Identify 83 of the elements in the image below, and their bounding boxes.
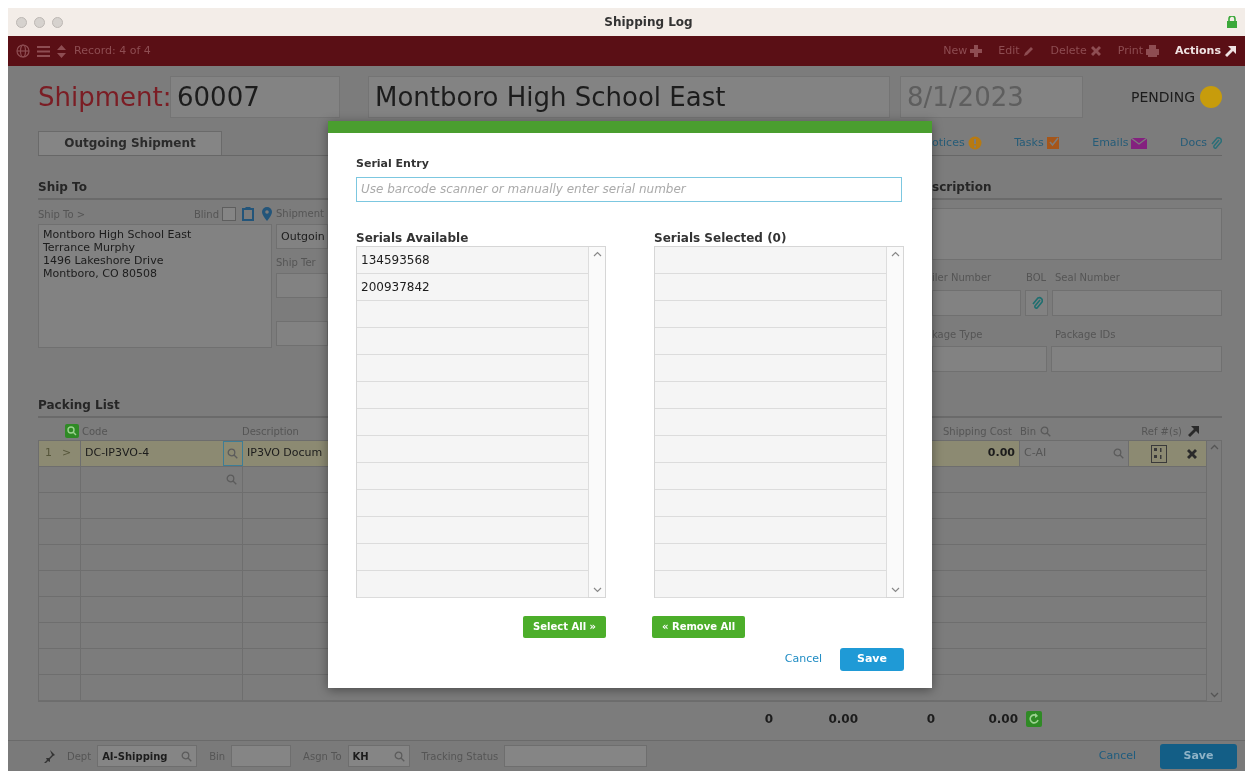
save-button[interactable]: Save	[1160, 743, 1237, 769]
window-title: Shipping Log	[603, 14, 694, 31]
tab-link[interactable]: otices	[932, 134, 982, 155]
chevron-down-icon[interactable]	[592, 586, 602, 593]
list-item[interactable]: 134593568	[357, 246, 588, 274]
list-heading: Serials Selected (0)	[654, 229, 788, 246]
clipboard-icon[interactable]	[242, 207, 254, 221]
window-control[interactable]	[16, 16, 27, 28]
shipment-type-field[interactable]: Outgoin	[276, 224, 328, 249]
window-control[interactable]	[52, 16, 63, 28]
lock-icon	[1227, 16, 1237, 28]
search-icon[interactable]	[227, 448, 238, 459]
search-icon[interactable]	[1113, 448, 1124, 459]
address-field[interactable]: Montboro High School East Terrance Murphy 1496 Lakeshore Drive Montboro, CO 80508	[38, 224, 272, 348]
search-icon[interactable]	[226, 474, 237, 485]
select-all-button[interactable]: Select All »	[523, 615, 606, 638]
toolbar-button[interactable]: Actions	[1175, 42, 1237, 60]
search-field[interactable]: KH	[347, 745, 410, 767]
record-counter: Record: 4 of 4	[74, 42, 151, 59]
arrow-icon	[1224, 45, 1237, 57]
chevron-down-icon[interactable]	[890, 586, 900, 593]
up-down-icon[interactable]	[57, 44, 66, 58]
globe-icon[interactable]	[16, 44, 30, 58]
pencil-icon	[1022, 45, 1035, 57]
section-heading: scription	[932, 178, 1222, 200]
customer-field[interactable]: Montboro High School East	[368, 76, 890, 118]
blind-checkbox[interactable]	[222, 207, 236, 221]
search-field[interactable]: AI-Shipping	[97, 745, 198, 767]
field-label: Serial Entry	[356, 156, 430, 172]
barcode-icon[interactable]	[1151, 444, 1167, 463]
tab-link[interactable]: Emails	[1092, 134, 1148, 155]
status-text: PENDING	[1131, 87, 1195, 107]
search-icon[interactable]	[181, 750, 193, 762]
cancel-link[interactable]: Cancel	[784, 650, 822, 668]
tab[interactable]: Outgoing Shipment	[38, 131, 222, 155]
save-button[interactable]: Save	[840, 647, 904, 671]
refresh-icon[interactable]	[1026, 711, 1042, 727]
serial-entry-field[interactable]: Use barcode scanner or manually enter serial number	[356, 176, 902, 202]
text-field[interactable]	[276, 321, 328, 346]
arrow-icon[interactable]	[1187, 425, 1200, 437]
remove-all-button[interactable]: « Remove All	[652, 615, 746, 638]
record-label: Shipment:	[38, 80, 170, 114]
location-pin-icon[interactable]	[262, 207, 272, 221]
shipment-number-field[interactable]: 60007	[170, 76, 340, 118]
status-dot-icon	[1200, 86, 1222, 108]
paperclip-icon	[1030, 295, 1043, 310]
total-value: 0	[925, 711, 935, 728]
description-field[interactable]	[932, 208, 1222, 260]
tab-link[interactable]: Docs	[1180, 134, 1222, 155]
table-cell: 0.00	[987, 445, 1015, 462]
ship-terms-field[interactable]	[276, 273, 328, 298]
close-icon	[1089, 45, 1102, 57]
alert-icon	[967, 135, 982, 150]
chevron-down-icon[interactable]	[1209, 692, 1219, 698]
window-control[interactable]	[34, 16, 45, 28]
package-type-field[interactable]	[932, 346, 1047, 372]
table-cell: DC-IP3VO-4	[85, 445, 150, 462]
search-icon[interactable]	[65, 424, 79, 438]
chevron-up-icon[interactable]	[592, 250, 602, 257]
plus-icon	[970, 45, 983, 57]
total-value: 0.00	[987, 711, 1018, 728]
row-number: 1	[45, 445, 52, 462]
printer-icon	[1146, 45, 1159, 57]
section-heading: Ship To	[38, 178, 328, 200]
chevron-up-icon[interactable]	[1209, 444, 1219, 450]
scrollbar[interactable]	[1206, 441, 1221, 701]
paperclip-icon	[1209, 135, 1222, 150]
delete-icon[interactable]	[1186, 447, 1198, 460]
search-icon[interactable]	[393, 750, 405, 762]
list-heading: Serials Available	[356, 229, 470, 246]
attach-button[interactable]	[1025, 289, 1049, 316]
list-icon[interactable]	[37, 45, 50, 57]
total-value: 0	[763, 711, 773, 728]
row-marker: >	[62, 445, 72, 462]
trailer-number-field[interactable]	[932, 289, 1022, 316]
checkbox-icon	[1046, 136, 1060, 150]
cancel-link[interactable]: Cancel	[1098, 747, 1136, 765]
tab-link[interactable]: Tasks	[1014, 134, 1060, 155]
chevron-up-icon[interactable]	[890, 250, 900, 257]
total-value: 0.00	[827, 711, 858, 728]
search-icon[interactable]	[1040, 425, 1051, 437]
table-cell: IP3VO Docum	[247, 445, 323, 462]
envelope-icon	[1131, 136, 1148, 149]
